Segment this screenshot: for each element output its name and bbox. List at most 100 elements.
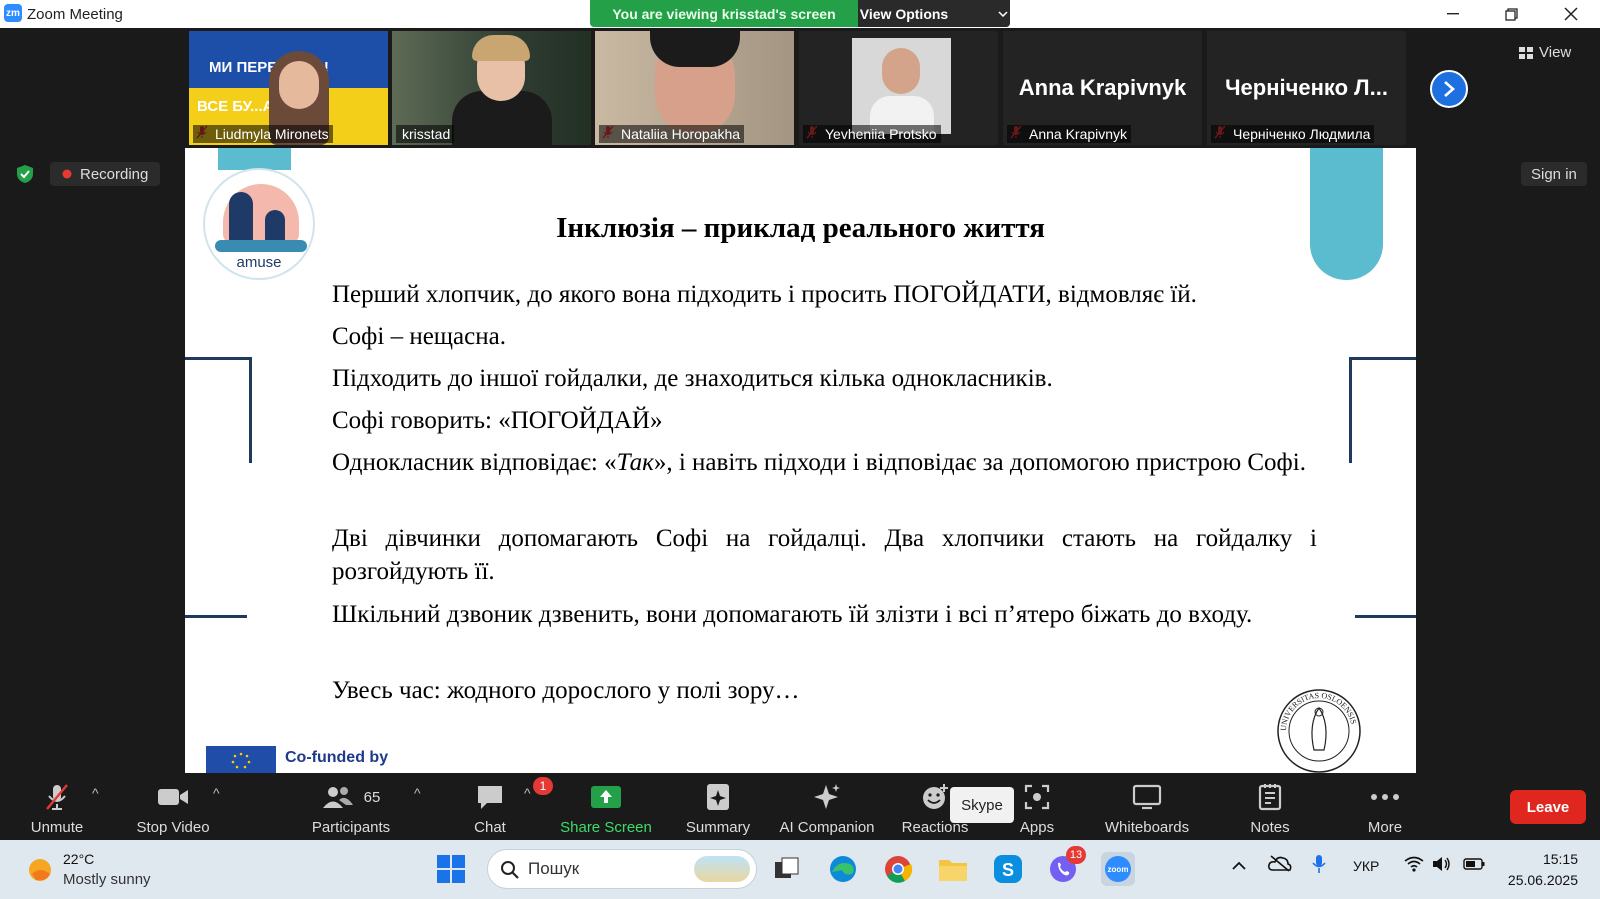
task-view-icon[interactable]	[770, 852, 804, 886]
file-explorer-icon[interactable]	[936, 852, 970, 886]
participant-name: Yevheniia Protsko	[803, 125, 941, 143]
record-dot-icon	[62, 169, 72, 179]
share-banner-message: You are viewing krisstad's screen	[612, 5, 836, 22]
onedrive-cloud-icon[interactable]	[1268, 854, 1292, 875]
video-tile-liudmyla[interactable]: МИ ПЕРЕ...ЕМО! ВСЕ БУ...АЇНА! Liudmyla M…	[189, 31, 388, 145]
participant-name: Anna Krapivnyk	[1007, 125, 1132, 143]
participant-name: Liudmyla Mironets	[193, 125, 333, 143]
battery-icon[interactable]	[1463, 857, 1485, 873]
volume-icon[interactable]	[1432, 856, 1452, 875]
view-layout-button[interactable]: View	[1519, 44, 1571, 61]
notes-button[interactable]: Notes	[1215, 781, 1325, 836]
participant-name: Nataliia Horopakha	[599, 125, 745, 143]
skype-icon[interactable]: S	[991, 852, 1025, 886]
search-placeholder: Пошук	[528, 859, 580, 878]
summary-button[interactable]: Summary	[663, 781, 773, 836]
taskbar-search-input[interactable]: Пошук	[487, 849, 757, 889]
video-tile-krisstad[interactable]: krisstad	[392, 31, 591, 145]
microphone-icon[interactable]	[1312, 854, 1326, 877]
share-screen-button[interactable]: Share Screen	[551, 781, 661, 836]
minimize-button[interactable]	[1430, 2, 1476, 26]
whiteboard-icon	[1132, 784, 1162, 810]
participants-label: Participants	[311, 819, 391, 836]
ai-companion-button[interactable]: AI Companion	[772, 781, 882, 836]
chat-icon	[478, 786, 502, 809]
zoom-app-icon[interactable]: zoom	[1101, 852, 1135, 886]
grid-view-icon	[1519, 46, 1533, 59]
paragraph-text-before: Однокласник відповідає: «	[332, 449, 617, 476]
wifi-icon[interactable]	[1404, 856, 1424, 875]
paragraph-text-emphasis: Так	[616, 449, 654, 476]
whiteboards-button[interactable]: Whiteboards	[1092, 781, 1202, 836]
next-page-button[interactable]	[1430, 70, 1468, 108]
view-options-button[interactable]: View Options	[858, 0, 1010, 27]
share-screen-label: Share Screen	[560, 819, 652, 836]
slide-paragraph: Перший хлопчик, до якого вона підходить …	[332, 281, 1197, 308]
video-tile-chernichenko[interactable]: Черніченко Л... Черніченко Людмила	[1207, 31, 1406, 145]
close-button[interactable]	[1548, 2, 1594, 26]
weather-sun-icon[interactable]	[26, 856, 54, 884]
paragraph-text-after: », і навіть підходи і відповідає за допо…	[653, 449, 1306, 476]
minimize-icon	[1447, 13, 1459, 15]
participants-button[interactable]: 65 Participants	[296, 781, 406, 836]
edge-browser-icon[interactable]	[826, 852, 860, 886]
search-icon	[501, 861, 519, 879]
participant-name: Черніченко Людмила	[1211, 125, 1375, 143]
restore-button[interactable]	[1488, 2, 1534, 26]
more-button[interactable]: More	[1330, 781, 1440, 836]
window-title: Zoom Meeting	[27, 6, 123, 23]
ai-companion-label: AI Companion	[779, 819, 875, 836]
apps-button[interactable]: Apps	[982, 781, 1092, 836]
summary-icon	[707, 784, 729, 810]
slide-heading: Інклюзія – приклад реального життя	[556, 212, 1045, 244]
more-dots-icon	[1371, 794, 1399, 800]
keyboard-language[interactable]: УКР	[1353, 858, 1379, 874]
stop-video-button[interactable]: Stop Video	[118, 781, 228, 836]
close-icon	[1564, 7, 1578, 21]
video-tile-anna[interactable]: Anna Krapivnyk Anna Krapivnyk	[1003, 31, 1202, 145]
sign-in-button[interactable]: Sign in	[1521, 162, 1587, 186]
participants-options-caret[interactable]: ^	[414, 785, 421, 801]
ai-sparkle-icon	[814, 784, 840, 809]
viber-badge: 13	[1066, 846, 1086, 864]
participant-display-name: Anna Krapivnyk	[1018, 75, 1187, 100]
leave-button[interactable]: Leave	[1510, 790, 1586, 824]
whiteboards-label: Whiteboards	[1104, 819, 1190, 836]
recording-label: Recording	[80, 165, 149, 183]
clock-time[interactable]: 15:15	[1513, 851, 1578, 867]
smiley-icon	[923, 784, 948, 809]
weather-description[interactable]: Mostly sunny	[63, 871, 151, 888]
chat-label: Chat	[474, 819, 506, 836]
slide-paragraph: Увесь час: жодного дорослого у полі зору…	[332, 677, 800, 704]
video-tile-yevheniia[interactable]: Yevheniia Protsko	[799, 31, 998, 145]
recording-indicator[interactable]: Recording	[50, 162, 161, 186]
participant-display-name: Черніченко Л...	[1225, 75, 1388, 100]
more-label: More	[1367, 819, 1403, 836]
share-screen-icon	[591, 786, 621, 808]
slide-paragraph: Однокласник відповідає: «Так», і навіть …	[332, 446, 1317, 479]
weather-temperature[interactable]: 22°C	[63, 851, 94, 867]
chevron-right-icon	[1444, 81, 1455, 97]
audio-options-caret[interactable]: ^	[92, 785, 99, 801]
screen-share-banner: You are viewing krisstad's screen View O…	[590, 0, 1010, 27]
view-options-label: View Options	[859, 5, 949, 22]
security-shield-icon[interactable]	[16, 164, 34, 184]
video-options-caret[interactable]: ^	[213, 785, 220, 801]
chevron-down-icon	[998, 10, 1008, 17]
chat-options-caret[interactable]: ^	[524, 785, 531, 801]
video-camera-icon	[158, 789, 188, 805]
windows-start-icon[interactable]	[434, 852, 468, 886]
tray-overflow-chevron-icon[interactable]	[1232, 858, 1246, 874]
chat-unread-badge: 1	[533, 777, 553, 795]
stop-video-label: Stop Video	[136, 819, 210, 836]
view-label: View	[1539, 44, 1572, 61]
slide-paragraph: Дві дівчинки допомагають Софі на гойдалц…	[332, 525, 1317, 585]
chrome-browser-icon[interactable]	[881, 852, 915, 886]
video-tile-nataliia[interactable]: Nataliia Horopakha	[595, 31, 794, 145]
university-seal: UNIVERSITAS OSLOENSIS	[1276, 688, 1362, 773]
participants-count: 65	[363, 788, 381, 806]
apps-icon	[1024, 784, 1050, 810]
clock-date[interactable]: 25.06.2025	[1503, 872, 1578, 888]
viber-icon[interactable]: 13	[1046, 846, 1086, 886]
participant-photo	[852, 38, 951, 134]
